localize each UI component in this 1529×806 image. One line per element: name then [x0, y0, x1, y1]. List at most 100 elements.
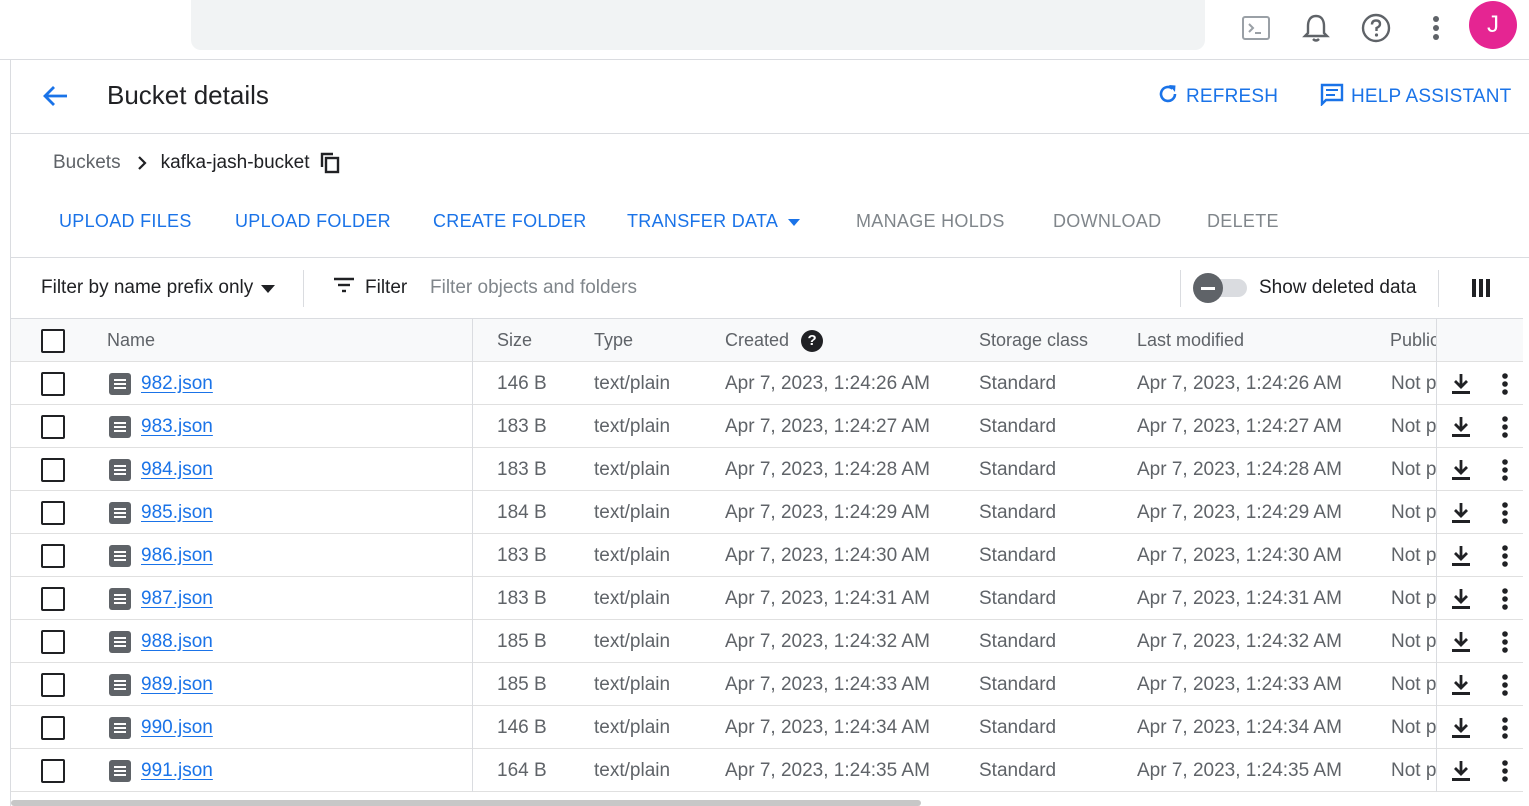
col-size[interactable]: Size: [497, 319, 532, 362]
table-row[interactable]: 986.json 183 B text/plain Apr 7, 2023, 1:24…: [11, 534, 1523, 577]
select-all-checkbox[interactable]: [41, 319, 65, 362]
public-cell: Not p: [1391, 501, 1437, 523]
show-deleted-toggle[interactable]: [1193, 273, 1247, 303]
row-checkbox[interactable]: [41, 491, 65, 534]
delete-button[interactable]: DELETE: [1207, 211, 1279, 232]
object-name-link[interactable]: 988.json: [141, 631, 213, 653]
row-checkbox[interactable]: [41, 577, 65, 620]
download-button[interactable]: DOWNLOAD: [1053, 211, 1161, 232]
object-name-link[interactable]: 987.json: [141, 588, 213, 610]
size-cell: 183 B: [497, 587, 547, 609]
bell-icon[interactable]: [1296, 8, 1336, 48]
filter-label: Filter: [365, 277, 408, 298]
upload-files-button[interactable]: UPLOAD FILES: [59, 211, 192, 232]
terminal-icon[interactable]: [1236, 8, 1276, 48]
create-folder-button[interactable]: CREATE FOLDER: [433, 211, 587, 232]
more-vert-icon[interactable]: [1501, 706, 1509, 749]
horizontal-scrollbar[interactable]: [11, 800, 921, 806]
refresh-button[interactable]: REFRESH: [1156, 82, 1278, 112]
filter-input[interactable]: Filter objects and folders: [430, 277, 637, 299]
object-name-link[interactable]: 984.json: [141, 459, 213, 481]
table-row[interactable]: 984.json 183 B text/plain Apr 7, 2023, 1:24…: [11, 448, 1523, 491]
search-bar[interactable]: [191, 0, 1205, 50]
public-cell: Not p: [1391, 673, 1437, 695]
name-cell: 984.json: [109, 448, 213, 491]
row-checkbox[interactable]: [41, 405, 65, 448]
size-cell: 183 B: [497, 544, 547, 566]
object-name-link[interactable]: 983.json: [141, 416, 213, 438]
download-icon[interactable]: [1451, 749, 1471, 792]
table-row[interactable]: 990.json 146 B text/plain Apr 7, 2023, 1:24…: [11, 706, 1523, 749]
more-vert-icon[interactable]: [1501, 448, 1509, 491]
download-icon[interactable]: [1451, 405, 1471, 448]
filter-prefix-select[interactable]: Filter by name prefix only: [41, 277, 276, 299]
object-name-link[interactable]: 990.json: [141, 717, 213, 739]
copy-icon[interactable]: [320, 152, 340, 174]
size-cell: 183 B: [497, 415, 547, 437]
download-icon[interactable]: [1451, 362, 1471, 405]
row-checkbox[interactable]: [41, 448, 65, 491]
more-vert-icon[interactable]: [1501, 749, 1509, 792]
row-checkbox[interactable]: [41, 362, 65, 405]
column-settings-icon[interactable]: [1471, 278, 1491, 303]
table-row[interactable]: 983.json 183 B text/plain Apr 7, 2023, 1:24…: [11, 405, 1523, 448]
object-name-link[interactable]: 986.json: [141, 545, 213, 567]
download-icon[interactable]: [1451, 577, 1471, 620]
more-vert-icon[interactable]: [1416, 8, 1456, 48]
download-icon[interactable]: [1451, 706, 1471, 749]
type-cell: text/plain: [594, 458, 671, 480]
type-cell: text/plain: [594, 372, 671, 394]
col-type[interactable]: Type: [594, 319, 633, 362]
upload-folder-button[interactable]: UPLOAD FOLDER: [235, 211, 391, 232]
col-name[interactable]: Name: [107, 319, 155, 362]
help-icon[interactable]: [1356, 8, 1396, 48]
download-icon[interactable]: [1451, 663, 1471, 706]
col-created[interactable]: Created ?: [725, 319, 824, 362]
table-row[interactable]: 987.json 183 B text/plain Apr 7, 2023, 1:24…: [11, 577, 1523, 620]
more-vert-icon[interactable]: [1501, 405, 1509, 448]
row-checkbox[interactable]: [41, 620, 65, 663]
table-row[interactable]: 988.json 185 B text/plain Apr 7, 2023, 1:24…: [11, 620, 1523, 663]
col-last-modified[interactable]: Last modified: [1137, 319, 1244, 362]
col-storage-class[interactable]: Storage class: [979, 319, 1088, 362]
more-vert-icon[interactable]: [1501, 620, 1509, 663]
row-checkbox[interactable]: [41, 706, 65, 749]
manage-holds-button[interactable]: MANAGE HOLDS: [856, 211, 1005, 232]
last-modified-cell: Apr 7, 2023, 1:24:31 AM: [1137, 587, 1342, 609]
object-name-link[interactable]: 985.json: [141, 502, 213, 524]
avatar[interactable]: J: [1469, 1, 1517, 49]
download-icon[interactable]: [1451, 448, 1471, 491]
help-assistant-button[interactable]: HELP ASSISTANT: [1319, 82, 1512, 112]
transfer-data-button[interactable]: TRANSFER DATA: [627, 211, 801, 232]
more-vert-icon[interactable]: [1501, 577, 1509, 620]
table-row[interactable]: 989.json 185 B text/plain Apr 7, 2023, 1:24…: [11, 663, 1523, 706]
table-header-row: Name Size Type Created ? Storage class L…: [11, 319, 1523, 362]
created-cell: Apr 7, 2023, 1:24:34 AM: [725, 716, 930, 738]
download-icon[interactable]: [1451, 491, 1471, 534]
more-vert-icon[interactable]: [1501, 534, 1509, 577]
filter-button[interactable]: Filter: [333, 277, 407, 299]
help-circle-icon[interactable]: ?: [801, 329, 824, 352]
table-row[interactable]: 985.json 184 B text/plain Apr 7, 2023, 1:24…: [11, 491, 1523, 534]
row-checkbox[interactable]: [41, 663, 65, 706]
breadcrumb-buckets[interactable]: Buckets: [53, 152, 121, 174]
left-rail: [0, 60, 11, 806]
file-icon: [109, 544, 131, 567]
row-checkbox[interactable]: [41, 749, 65, 792]
more-vert-icon[interactable]: [1501, 362, 1509, 405]
download-icon[interactable]: [1451, 620, 1471, 663]
type-cell: text/plain: [594, 415, 671, 437]
storage-class-cell: Standard: [979, 673, 1057, 695]
more-vert-icon[interactable]: [1501, 663, 1509, 706]
created-cell: Apr 7, 2023, 1:24:29 AM: [725, 501, 930, 523]
download-icon[interactable]: [1451, 534, 1471, 577]
row-checkbox[interactable]: [41, 534, 65, 577]
col-public[interactable]: Public: [1390, 319, 1436, 362]
table-row[interactable]: 991.json 164 B text/plain Apr 7, 2023, 1:24…: [11, 749, 1523, 792]
object-name-link[interactable]: 982.json: [141, 373, 213, 395]
back-arrow-icon[interactable]: [39, 80, 71, 112]
table-row[interactable]: 982.json 146 B text/plain Apr 7, 2023, 1:24…: [11, 362, 1523, 405]
more-vert-icon[interactable]: [1501, 491, 1509, 534]
object-name-link[interactable]: 989.json: [141, 674, 213, 696]
object-name-link[interactable]: 991.json: [141, 760, 213, 782]
